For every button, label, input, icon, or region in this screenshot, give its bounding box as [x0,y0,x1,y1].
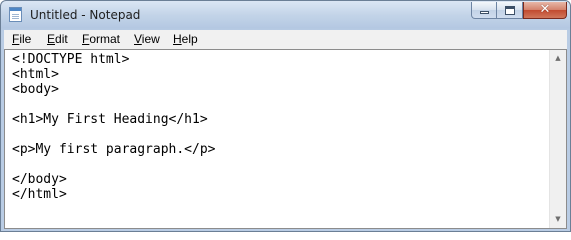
window-title: Untitled - Notepad [30,8,141,22]
menu-file-label: ile [19,32,32,46]
menu-help[interactable]: Help [173,32,198,46]
maximize-button[interactable] [497,2,523,19]
notepad-icon[interactable] [9,7,22,22]
title-bar[interactable]: Untitled - Notepad ✕ [1,1,570,30]
menu-view[interactable]: View [134,32,160,46]
close-button[interactable]: ✕ [523,2,567,19]
menu-edit[interactable]: Edit [47,32,68,46]
maximize-icon [505,6,515,15]
editor-area[interactable]: <!DOCTYPE html> <html> <body> <h1>My Fir… [4,49,567,229]
menu-edit-label: dit [55,32,68,46]
minimize-icon [480,11,489,14]
menu-view-label: iew [141,32,160,46]
notepad-window: Untitled - Notepad ✕ File Edit Format Vi… [0,0,571,232]
scroll-down-icon[interactable]: ▼ [550,211,566,228]
scroll-up-icon[interactable]: ▲ [550,50,566,67]
close-icon: ✕ [539,2,551,17]
menu-help-label: elp [181,32,198,46]
editor-text[interactable]: <!DOCTYPE html> <html> <body> <h1>My Fir… [12,52,216,202]
menu-file[interactable]: File [12,32,31,46]
minimize-button[interactable] [471,2,497,19]
menu-help-mnemonic: H [173,32,182,46]
menu-format-label: ormat [89,32,121,46]
menu-edit-mnemonic: E [47,32,56,46]
vertical-scrollbar[interactable]: ▲ ▼ [549,50,566,228]
menu-format[interactable]: Format [82,32,120,46]
menu-view-mnemonic: V [134,32,142,46]
menu-bar: File Edit Format View Help [4,30,567,50]
